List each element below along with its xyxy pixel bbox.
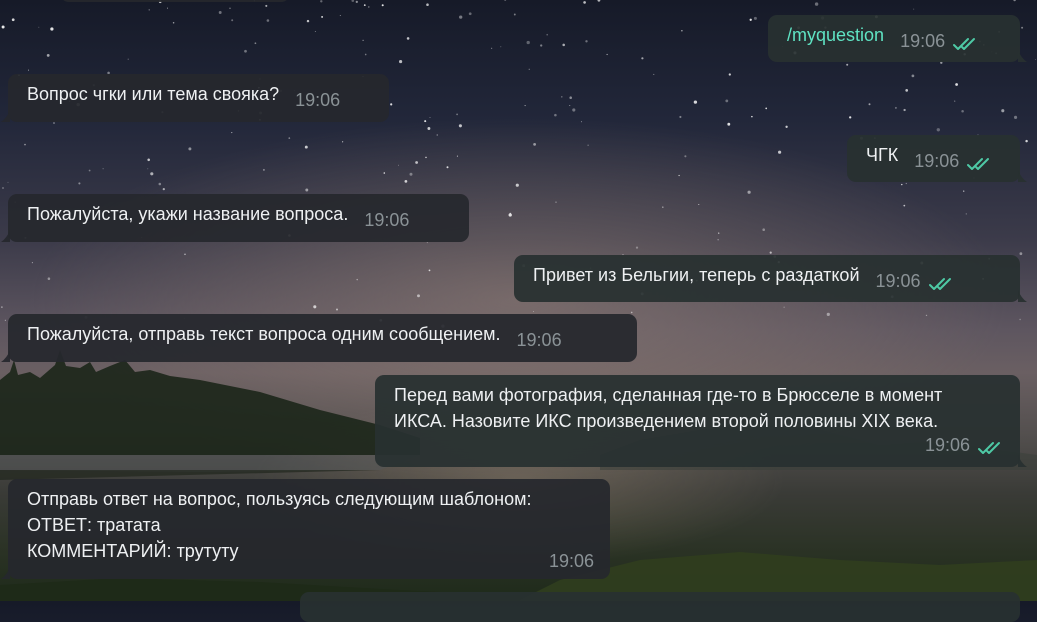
message-time: 19:06 — [364, 210, 410, 230]
message-list[interactable]: /myquestion 19:06 Вопрос чгки или тема св… — [0, 0, 1037, 622]
message-time: 19:06 — [295, 90, 341, 110]
message-bubble[interactable]: Пожалуйста, укажи название вопроса. 19:06 — [1, 194, 469, 242]
bubble-tail — [1, 230, 10, 242]
message-text: Перед вами фотография, сделанная где-то … — [394, 385, 943, 431]
bubble-tail — [1, 110, 10, 122]
bubble-tail — [1018, 50, 1027, 62]
message-bubble-partial-bottom — [300, 592, 1020, 622]
command-link[interactable]: /myquestion — [787, 25, 884, 45]
message-bubble[interactable]: ЧГК 19:06 — [847, 135, 1027, 182]
message-text: Привет из Бельгии, теперь с раздаткой — [533, 265, 860, 285]
message-bubble-partial-top — [60, 0, 290, 2]
message-bubble[interactable]: Вопрос чгки или тема свояка? 19:06 — [1, 74, 389, 122]
message-time: 19:06 — [924, 435, 970, 455]
message-time: 19:06 — [548, 551, 594, 571]
message-time: 19:06 — [914, 151, 960, 171]
bubble-tail — [1018, 290, 1027, 302]
message-time: 19:06 — [516, 330, 562, 350]
double-check-icon — [953, 32, 979, 58]
double-check-icon — [978, 436, 1004, 462]
bubble-tail — [1018, 455, 1027, 467]
bubble-tail — [1, 350, 10, 362]
message-text: Пожалуйста, укажи название вопроса. — [27, 204, 349, 224]
double-check-icon — [928, 272, 955, 298]
double-check-icon — [967, 152, 993, 178]
message-text: ЧГК — [866, 145, 899, 165]
message-bubble[interactable]: Привет из Бельгии, теперь с раздаткой 19:… — [514, 255, 1027, 302]
message-time: 19:06 — [875, 271, 921, 291]
message-bubble[interactable]: Перед вами фотография, сделанная где-то … — [375, 375, 1027, 467]
message-text: Вопрос чгки или тема свояка? — [27, 84, 280, 104]
message-bubble[interactable]: /myquestion 19:06 — [768, 15, 1027, 62]
message-time: 19:06 — [900, 31, 946, 51]
message-text: Пожалуйста, отправь текст вопроса одним … — [27, 324, 501, 344]
message-text: Отправь ответ на вопрос, пользуясь следу… — [27, 489, 532, 561]
bubble-tail — [1, 567, 10, 579]
bubble-tail — [1018, 170, 1027, 182]
message-bubble[interactable]: Пожалуйста, отправь текст вопроса одним … — [1, 314, 637, 362]
message-bubble[interactable]: Отправь ответ на вопрос, пользуясь следу… — [1, 479, 610, 579]
